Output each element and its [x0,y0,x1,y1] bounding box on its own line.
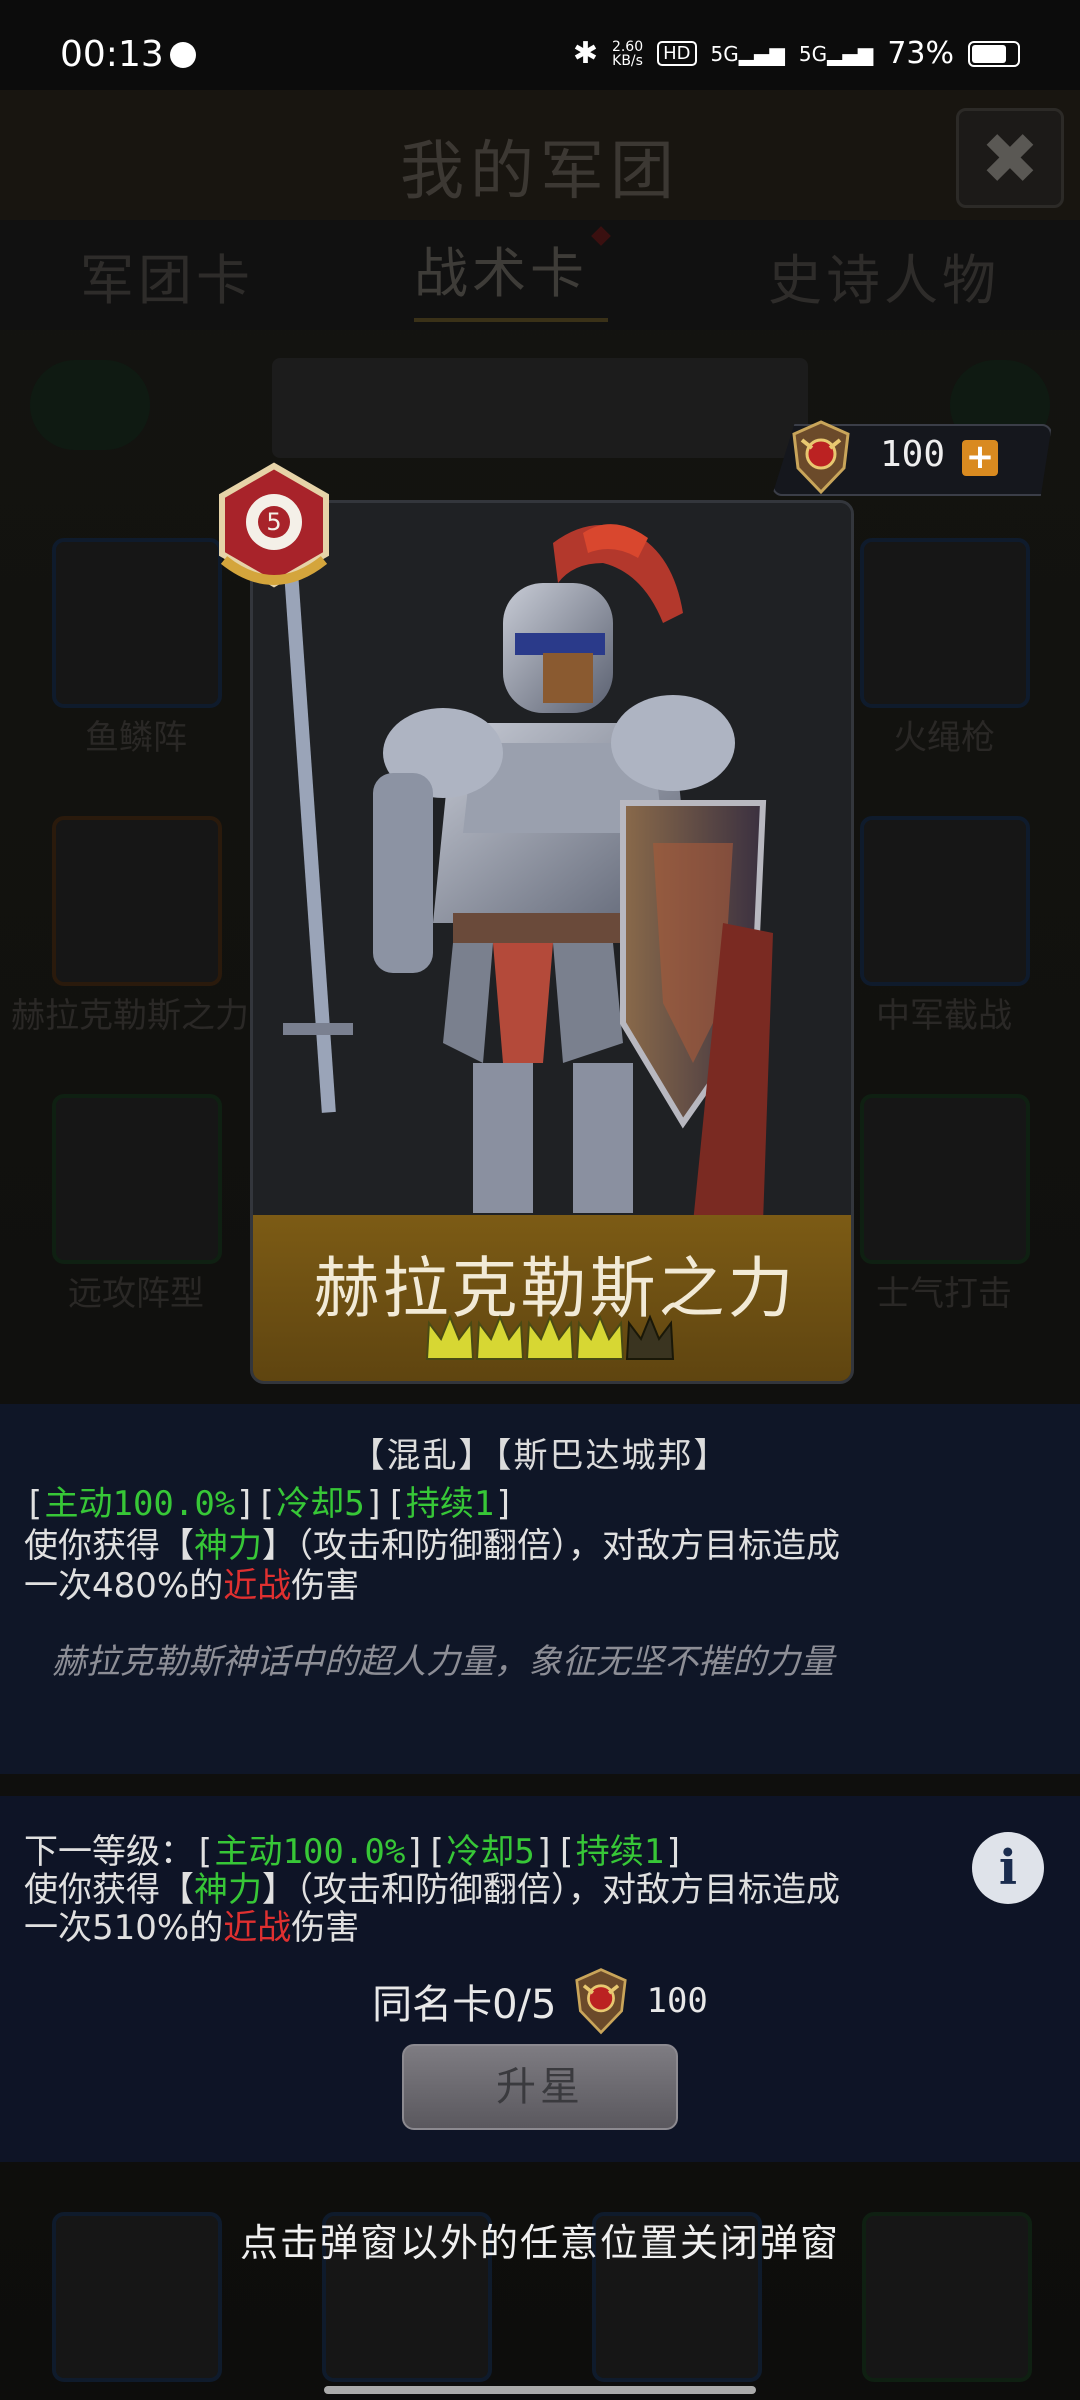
status-bar: 00:13 ✱ 2.60 KB/s HD 5G▂▄▆ 5G▂▄▆ 73% [0,0,1080,90]
duplicate-card-row: 同名卡0/5 100 [0,1966,1080,2036]
tab-legion-cards: 军团卡 [80,248,254,312]
card-tags: 【混乱】【斯巴达城邦】 [350,1436,730,1476]
description-panel: 【混乱】【斯巴达城邦】 [主动100.0%][冷却5][持续1] 使你获得【神力… [0,1404,1080,1774]
grid-card-label: 远攻阵型 [68,1274,204,1314]
tactic-card: 赫拉克勒斯之力 [250,500,854,1384]
signal-1-icon: 5G▂▄▆ [710,41,785,66]
grid-card [860,816,1030,986]
home-indicator[interactable] [324,2386,756,2394]
next-level-panel: 下一等级：[主动100.0%][冷却5][持续1] 使你获得【神力】（攻击和防御… [0,1796,1080,2162]
grid-card-label: 赫拉克勒斯之力 [11,996,249,1036]
close-hint: 点击弹窗以外的任意位置关闭弹窗 [239,2221,840,2265]
signal-2-icon: 5G▂▄▆ [798,41,874,66]
tab-epic-heroes: 史诗人物 [768,248,1000,312]
duplicate-cost: 100 [646,1981,708,2021]
hd-icon: HD [657,41,697,66]
next-effect-line: 一次510%的近战伤害 [24,1908,360,1948]
background-close-button: ✖ [956,108,1064,208]
grid-card [52,1094,222,1264]
flavor-text: 赫拉克勒斯神话中的超人力量，象征无坚不摧的力量 [52,1642,834,1682]
grid-card-label: 鱼鳞阵 [85,718,187,758]
crest-icon [792,420,850,495]
duplicate-label: 同名卡0/5 [372,1982,557,2028]
net-speed: 2.60 KB/s [611,38,644,69]
currency-amount: 100 [880,434,946,475]
upgrade-star-button[interactable]: 升星 [402,2044,678,2130]
grid-card [52,538,222,708]
grade-badge-icon: 5 [219,462,329,588]
grid-card [860,1094,1030,1264]
background-title: 我的军团 [400,135,680,209]
crown-stars [425,1314,675,1360]
background-header: 我的军团 ✖ [0,90,1080,220]
battery-percent: 73% [887,36,954,71]
status-time: 00:13 [60,34,164,75]
crest-icon [575,1968,628,2035]
star-rating [425,1311,675,1365]
bluetooth-icon: ✱ [572,36,598,71]
knight-illustration [253,503,851,1223]
grid-card [860,538,1030,708]
info-icon[interactable]: i [972,1832,1044,1904]
battery-icon [968,40,1020,67]
globe-icon [170,42,196,68]
list-icon [30,360,150,450]
background-tabs: 军团卡 战术卡 史诗人物 [0,220,1080,330]
tab-tactic-cards: 战术卡 [414,225,611,322]
card-name-bar: 赫拉克勒斯之力 [253,1215,851,1381]
add-currency-button[interactable]: + [962,440,998,476]
grid-card [52,816,222,986]
svg-text:5: 5 [266,508,281,536]
effect-line: 一次480%的近战伤害 [24,1566,360,1606]
status-icons: ✱ 2.60 KB/s HD 5G▂▄▆ 5G▂▄▆ 73% [573,36,1020,71]
background-search [272,358,808,458]
